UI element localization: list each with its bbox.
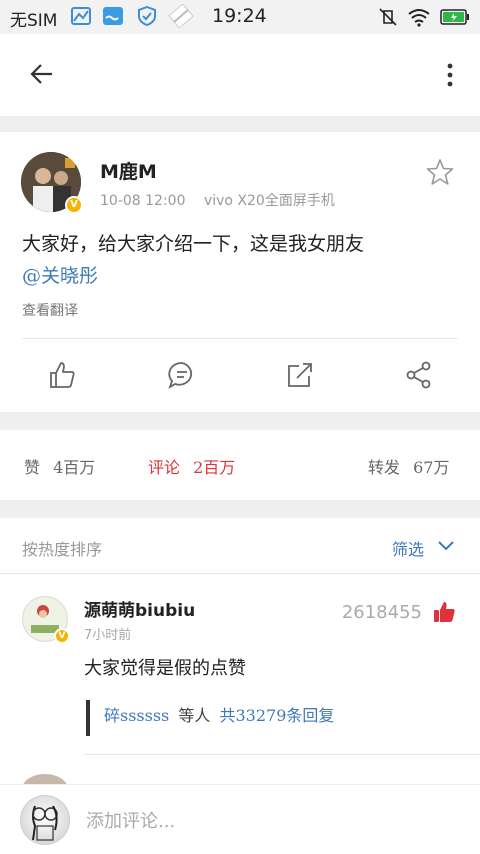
verified-badge-icon: V: [54, 628, 70, 644]
post-divider: [22, 338, 458, 339]
translate-link[interactable]: 查看翻译: [22, 300, 78, 320]
like-thumb-icon[interactable]: [47, 360, 77, 390]
comment-text: 大家觉得是假的点赞: [84, 658, 246, 679]
post-actions: [0, 354, 480, 398]
repost-icon[interactable]: [285, 360, 315, 390]
section-divider: [0, 500, 480, 518]
post-stats: 赞 4百万 评论 2百万 转发 67万: [0, 430, 480, 500]
post-date: 10-08 12:00: [100, 193, 186, 209]
reposts-stat[interactable]: 转发 67万: [368, 454, 449, 478]
commenter-avatar[interactable]: V: [22, 596, 70, 644]
post-text: 大家好，给大家介绍一下，这是我女朋友: [22, 233, 365, 255]
my-avatar-image: [32, 805, 58, 841]
comment-input-bar: 添加评论...: [0, 784, 480, 854]
post-content: 大家好，给大家介绍一下，这是我女朋友 @关晓彤: [22, 228, 462, 292]
reply-count-link[interactable]: 共33279条回复: [219, 706, 334, 725]
mention-link[interactable]: @关晓彤: [22, 265, 98, 287]
sort-label[interactable]: 按热度排序: [22, 536, 102, 560]
reposts-count: 67万: [413, 458, 450, 477]
carrier-label: 无SIM: [10, 11, 58, 31]
likes-label: 赞: [24, 458, 41, 477]
status-bar: 无SIM 19:24: [0, 0, 480, 34]
section-divider: [0, 412, 480, 430]
comments-stat[interactable]: 评论 2百万: [148, 454, 235, 478]
comment-input[interactable]: 添加评论...: [86, 807, 175, 833]
reply-mid-text: 等人: [178, 706, 211, 725]
clock: 19:24: [212, 5, 267, 27]
avatar[interactable]: V: [21, 152, 83, 214]
post-username[interactable]: M鹿M: [100, 157, 157, 184]
weather-notification-icon: [103, 7, 123, 25]
comment-bubble-icon[interactable]: [167, 360, 197, 390]
likes-count: 4百万: [53, 458, 96, 477]
reposts-label: 转发: [368, 458, 401, 477]
sort-bar: 按热度排序 筛选: [0, 518, 480, 574]
comment-like-count: 2618455: [341, 602, 422, 623]
more-options-icon[interactable]: [446, 62, 454, 88]
wifi-icon: [408, 9, 430, 27]
top-bar: [0, 34, 480, 116]
next-comment-peek: [22, 774, 480, 804]
favorite-star-icon[interactable]: [426, 158, 454, 186]
back-arrow-icon[interactable]: [28, 60, 56, 88]
shield-notification-icon: [138, 6, 156, 26]
commenter-name[interactable]: 源萌萌biubiu: [84, 596, 195, 621]
post-meta: 10-08 12:00 vivo X20全面屏手机: [100, 190, 335, 210]
liked-thumb-icon[interactable]: [432, 600, 456, 624]
filter-button[interactable]: 筛选: [392, 536, 424, 560]
comments-count: 2百万: [193, 458, 236, 477]
chevron-down-icon[interactable]: [436, 538, 456, 554]
post-device: vivo X20全面屏手机: [203, 193, 335, 209]
reply-author[interactable]: 碎ssssss: [104, 706, 169, 725]
share-icon[interactable]: [404, 360, 434, 390]
comment-item: V 源萌萌biubiu 7小时前 2618455 大家觉得是假的点赞 碎ssss…: [0, 574, 480, 774]
app-notification-icon: [168, 4, 194, 28]
comment-replies[interactable]: 碎ssssss 等人 共33279条回复: [86, 700, 334, 736]
section-divider: [0, 116, 480, 132]
status-right-icons: [378, 7, 470, 27]
likes-stat[interactable]: 赞 4百万: [24, 454, 95, 478]
gallery-notification-icon: [71, 7, 91, 25]
comments-label: 评论: [148, 458, 181, 477]
comment-divider: [84, 754, 480, 755]
verified-badge-icon: V: [65, 196, 83, 214]
comment-time: 7小时前: [84, 628, 132, 643]
battery-icon: [440, 9, 469, 25]
mute-icon: [379, 8, 397, 26]
post-card: V M鹿M 10-08 12:00 vivo X20全面屏手机 大家好，给大家介…: [0, 132, 480, 412]
my-avatar: [20, 795, 70, 845]
